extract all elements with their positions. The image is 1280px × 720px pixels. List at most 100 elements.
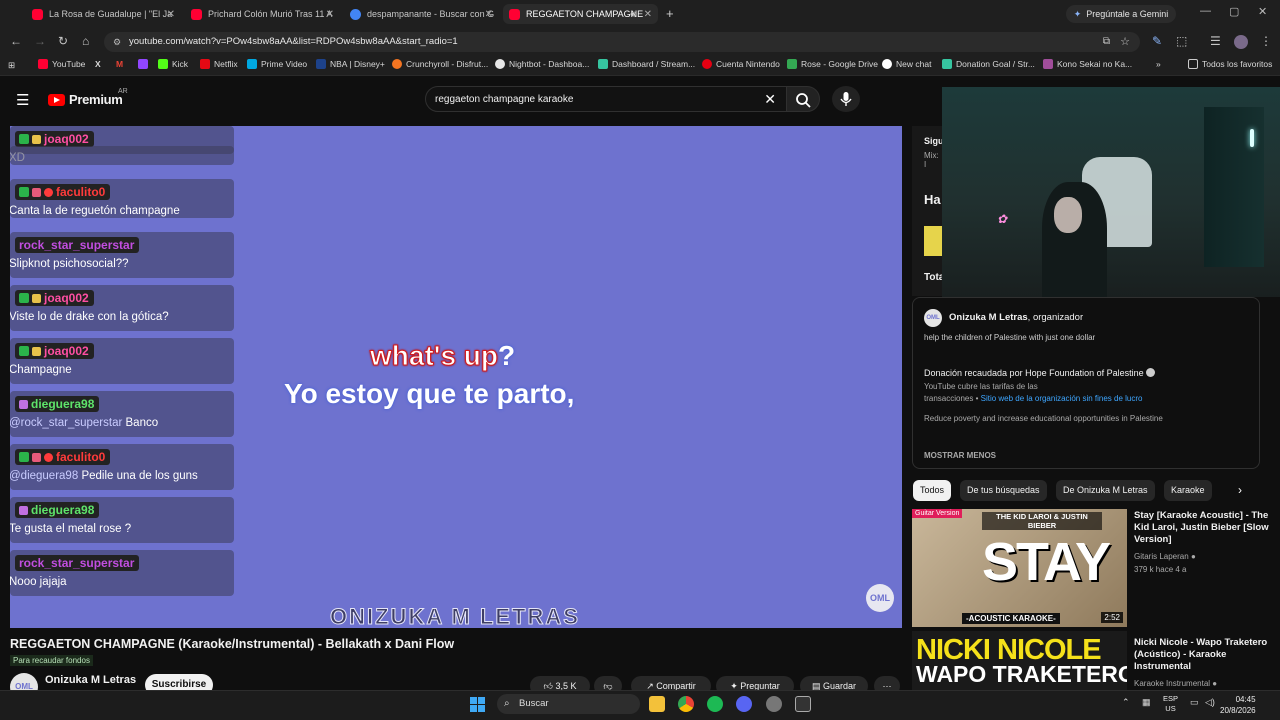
chat-username: rock_star_superstar — [15, 555, 140, 571]
windows-start-icon[interactable] — [470, 697, 485, 712]
back-icon[interactable]: ← — [10, 34, 22, 48]
video-thumbnail[interactable]: NICKI NICOLE WAPO TRAKETERO — [912, 631, 1127, 690]
browser-tab[interactable]: La Rosa de Guadalupe | "El Ja ✕ — [26, 4, 181, 24]
chip-all[interactable]: Todos — [913, 480, 952, 501]
browser-tab[interactable]: despampanante - Buscar con G ✕ — [344, 4, 499, 24]
bookmark-item[interactable] — [138, 59, 148, 69]
close-icon[interactable]: ✕ — [644, 9, 652, 20]
chip-from-channel[interactable]: De Onizuka M Letras — [1056, 480, 1155, 501]
close-window-icon[interactable]: ✕ — [1258, 5, 1267, 18]
browser-tab[interactable]: Prichard Colón Murió Tras 11 A ✕ — [185, 4, 340, 24]
hamburger-menu-icon[interactable]: ☰ — [16, 91, 29, 109]
voice-search-button[interactable] — [832, 86, 860, 112]
pen-icon[interactable]: ✎ — [1152, 34, 1162, 48]
chat-text: Champagne — [10, 364, 72, 376]
tray-app-icon[interactable]: ▦ — [1142, 697, 1151, 708]
extensions-icon[interactable]: ⬚ — [1176, 34, 1187, 48]
streamlabs-icon — [598, 59, 608, 69]
nonprofit-website-link[interactable]: Sitio web de la organización sin fines d… — [981, 394, 1143, 403]
reco-channel[interactable]: Karaoke Instrumental ● — [1134, 679, 1217, 688]
more-bookmarks-icon[interactable]: » — [1156, 59, 1161, 69]
audio-playing-icon[interactable]: 🔊︎ — [630, 9, 636, 20]
search-button[interactable] — [786, 86, 820, 112]
chevron-up-icon[interactable]: ⌃ — [1122, 697, 1130, 708]
browser-tab-active[interactable]: REGGAETON CHAMPAGNE 🔊︎ ✕ — [503, 4, 658, 24]
video-duration: 2:52 — [1101, 612, 1123, 623]
gemini-button[interactable]: ✦ Pregúntale a Gemini — [1066, 5, 1176, 23]
all-bookmarks-folder[interactable]: Todos los favoritos — [1188, 59, 1272, 69]
close-icon[interactable]: ✕ — [167, 9, 175, 20]
bookmark-item[interactable]: New chat — [882, 59, 931, 69]
maximize-icon[interactable]: ▢ — [1229, 5, 1239, 18]
verified-icon: ● — [1212, 679, 1218, 688]
video-player[interactable]: joaq002 XD faculito0 Canta la de reguetó… — [10, 126, 902, 628]
menu-kebab-icon[interactable]: ⋮ — [1260, 34, 1272, 48]
reading-list-icon[interactable]: ☰ — [1210, 34, 1221, 48]
bookmark-item[interactable]: M — [116, 59, 123, 69]
site-info-icon[interactable]: ⚙ — [113, 32, 121, 52]
reco-channel[interactable]: Gitaris Laperan ● — [1134, 552, 1196, 561]
chip-karaoke[interactable]: Karaoke — [1164, 480, 1212, 501]
bookmark-item[interactable]: Kono Sekai no Ka... — [1043, 59, 1132, 69]
bookmark-item[interactable]: Prime Video — [247, 59, 307, 69]
close-icon[interactable]: ✕ — [485, 9, 493, 20]
organizer-avatar[interactable]: OML — [924, 309, 942, 327]
system-clock[interactable]: 04:45 20/8/2026 — [1220, 694, 1256, 716]
reco-video-title[interactable]: Stay [Karaoke Acoustic] - The Kid Laroi,… — [1134, 510, 1270, 546]
chat-text: Viste lo de drake con la gótica? — [10, 311, 169, 323]
install-app-icon[interactable]: ⧉ — [1103, 32, 1110, 52]
youtube-premium-logo[interactable]: Premium — [48, 92, 123, 107]
streamlabs-icon — [942, 59, 952, 69]
forward-icon[interactable]: → — [34, 34, 46, 48]
thumbnail-subtitle: THE KID LAROI & JUSTIN BIEBER — [982, 512, 1102, 530]
bookmark-item[interactable]: Donation Goal / Str... — [942, 59, 1035, 69]
file-explorer-icon[interactable] — [649, 696, 665, 712]
minimize-icon[interactable]: — — [1200, 5, 1211, 17]
chrome-icon[interactable] — [678, 696, 694, 712]
chip-from-searches[interactable]: De tus búsquedas — [960, 480, 1047, 501]
chat-text: Nooo jajaja — [10, 576, 67, 588]
new-tab-icon[interactable]: + — [666, 6, 674, 21]
chat-username: joaq002 — [15, 131, 94, 147]
input-language[interactable]: ESP US — [1163, 694, 1178, 714]
show-less-button[interactable]: MOSTRAR MENOS — [924, 451, 996, 460]
discord-icon[interactable] — [736, 696, 752, 712]
fundraiser-badge[interactable]: Para recaudar fondos — [10, 655, 93, 666]
obs-icon[interactable] — [795, 696, 811, 712]
tab-label: Prichard Colón Murió Tras 11 A — [208, 9, 333, 19]
bookmark-item[interactable]: Crunchyroll - Disfrut... — [392, 59, 488, 69]
network-icon[interactable]: ▭ — [1190, 697, 1199, 708]
streamlabs-app-icon[interactable] — [766, 696, 782, 712]
verified-icon: ● — [1190, 552, 1196, 561]
bookmark-item[interactable]: Netflix — [200, 59, 238, 69]
home-icon[interactable]: ⌂ — [82, 34, 89, 48]
chat-text: Te gusta el metal rose ? — [10, 523, 132, 535]
bookmark-item[interactable]: Nightbot - Dashboa... — [495, 59, 589, 69]
bookmark-item[interactable]: Dashboard / Stream... — [598, 59, 695, 69]
address-bar[interactable]: ⚙ youtube.com/watch?v=POw4sbw8aAA&list=R… — [104, 32, 1140, 52]
bookmark-item[interactable]: Kick — [158, 59, 188, 69]
search-icon: ⌕ — [504, 698, 510, 709]
close-icon[interactable]: ✕ — [326, 9, 334, 20]
reco-video-title[interactable]: Nicki Nicole - Wapo Traketero (Acústico)… — [1134, 637, 1270, 673]
video-title: REGGAETON CHAMPAGNE (Karaoke/Instrumenta… — [10, 637, 455, 651]
search-input[interactable]: reggaeton champagne karaoke ✕ — [425, 86, 787, 112]
bookmark-item[interactable]: X — [95, 59, 101, 69]
taskbar-search[interactable]: ⌕ Buscar — [497, 694, 640, 714]
reload-icon[interactable]: ↻ — [58, 34, 68, 48]
clear-search-icon[interactable]: ✕ — [764, 87, 776, 112]
channel-logo-badge[interactable]: OML — [866, 584, 894, 612]
chevron-right-icon[interactable]: › — [1238, 483, 1242, 497]
bookmark-item[interactable]: Rose - Google Drive — [787, 59, 878, 69]
spotify-icon[interactable] — [707, 696, 723, 712]
profile-avatar[interactable] — [1234, 35, 1248, 49]
bookmark-star-icon[interactable]: ☆ — [1120, 32, 1130, 52]
bookmark-item[interactable]: NBA | Disney+ — [316, 59, 385, 69]
volume-icon[interactable]: ◁) — [1205, 697, 1215, 708]
video-thumbnail[interactable]: Guitar Version THE KID LAROI & JUSTIN BI… — [912, 509, 1127, 627]
bookmark-item[interactable]: Cuenta Nintendo — [702, 59, 780, 69]
neon-light — [1250, 129, 1254, 147]
channel-name[interactable]: Onizuka M Letras — [45, 674, 136, 686]
apps-grid-icon[interactable]: ⊞ — [8, 60, 15, 71]
bookmark-item[interactable]: YouTube — [38, 59, 85, 69]
